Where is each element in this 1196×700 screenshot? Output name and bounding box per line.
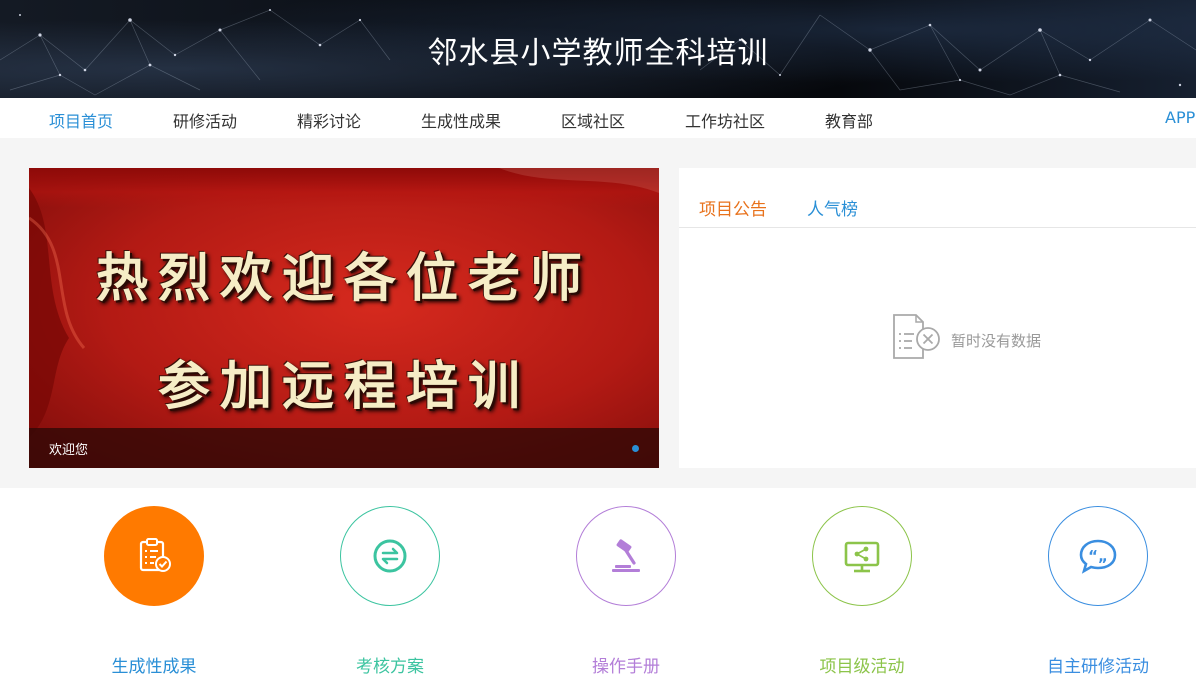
slide-headline-1: 热烈欢迎各位老师 (95, 248, 592, 309)
panel-tab-bar: 项目公告 人气榜 (679, 168, 1196, 228)
quick-link-manual-label[interactable]: 操作手册 (536, 652, 716, 677)
exchange-arrows-icon (373, 539, 407, 573)
main-nav: 项目首页 研修活动 精彩讨论 生成性成果 区域社区 工作坊社区 教育部 APP (0, 98, 1196, 138)
quick-link-outcomes-circle[interactable] (104, 506, 204, 606)
nav-item-workshop-community[interactable]: 工作坊社区 (685, 108, 765, 132)
carousel-indicator-dot[interactable] (632, 445, 639, 452)
nav-item-activities[interactable]: 研修活动 (173, 108, 237, 132)
quote-bubble-icon: “„ (1079, 539, 1117, 574)
carousel-caption-bar: 欢迎您 (29, 428, 659, 468)
nav-item-outcomes[interactable]: 生成性成果 (421, 108, 501, 132)
tab-popularity[interactable]: 人气榜 (807, 195, 858, 220)
nav-item-app[interactable]: APP (1165, 108, 1195, 127)
gavel-icon (612, 539, 640, 572)
nav-item-ministry[interactable]: 教育部 (825, 108, 873, 132)
quick-link-project-activities-label[interactable]: 项目级活动 (772, 652, 952, 677)
quick-links: 生成性成果 考核方案 操作手册 项目级活动 “„ 自主研修活动 (0, 488, 1196, 700)
nav-item-discussions[interactable]: 精彩讨论 (297, 108, 361, 132)
no-data-document-icon (893, 314, 940, 359)
quick-link-self-study-circle[interactable]: “„ (1048, 506, 1148, 606)
quick-link-project-activities-circle[interactable] (812, 506, 912, 606)
clipboard-check-icon (139, 538, 171, 572)
site-banner: 邻水县小学教师全科培训 (0, 0, 1196, 98)
quick-link-self-study-label[interactable]: 自主研修活动 (1008, 652, 1188, 677)
tab-announcements[interactable]: 项目公告 (699, 195, 767, 220)
svg-text:“„: “„ (1088, 547, 1108, 565)
site-title: 邻水县小学教师全科培训 (427, 36, 769, 71)
empty-state-text: 暂时没有数据 (951, 332, 1042, 350)
slide-headline-2: 参加远程培训 (157, 356, 530, 417)
quick-link-manual-circle[interactable] (576, 506, 676, 606)
quick-link-assessment-label[interactable]: 考核方案 (300, 652, 480, 677)
quick-link-assessment-circle[interactable] (340, 506, 440, 606)
nav-item-home[interactable]: 项目首页 (49, 108, 113, 132)
carousel-caption: 欢迎您 (49, 443, 89, 458)
quick-link-outcomes-label[interactable]: 生成性成果 (64, 652, 244, 677)
welcome-carousel[interactable]: 热烈欢迎各位老师 参加远程培训 欢迎您 (29, 168, 659, 468)
nav-item-regional-community[interactable]: 区域社区 (561, 108, 625, 132)
ribbon-decoration (29, 168, 659, 438)
share-screen-icon (844, 541, 880, 573)
announcement-panel: 项目公告 人气榜 暂时没有数据 (679, 168, 1196, 468)
